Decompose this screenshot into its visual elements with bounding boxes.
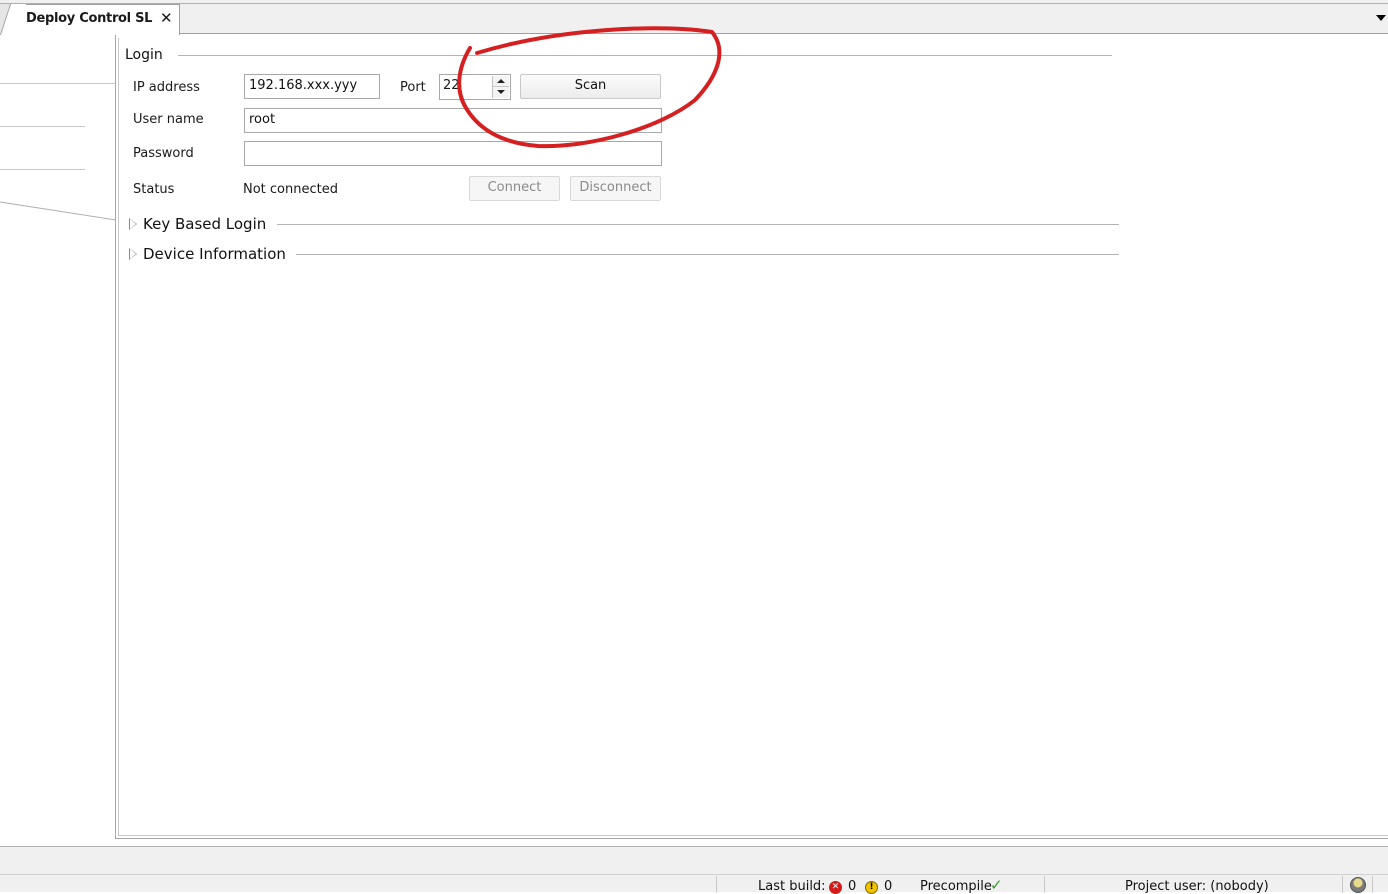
connect-button[interactable]: Connect: [469, 176, 560, 201]
password-label: Password: [133, 146, 194, 161]
tab-title: Deploy Control SL: [26, 11, 153, 26]
tab-strip: Deploy Control SL ✕: [0, 0, 1388, 35]
port-spin-buttons: [492, 76, 509, 98]
left-diagonal-divider: [0, 201, 117, 221]
port-stepper[interactable]: 22: [439, 74, 511, 100]
port-value: 22: [443, 78, 460, 93]
ip-address-field[interactable]: 192.168.xxx.yyy: [244, 74, 380, 99]
tab-deploy-control-sl[interactable]: Deploy Control SL ✕: [0, 4, 180, 35]
key-based-login-expander[interactable]: Key Based Login: [143, 215, 266, 233]
tab-strip-border: [0, 3, 1388, 4]
left-navigation-strip: [0, 35, 117, 846]
connection-status-value: Not connected: [243, 182, 338, 197]
scan-button[interactable]: Scan: [520, 74, 661, 99]
disconnect-button[interactable]: Disconnect: [570, 176, 661, 201]
status-bar: Last build: ✕ 0 ! 0 Precompile ✓ Project…: [0, 874, 1388, 894]
key-login-group-line: [277, 224, 1119, 225]
bottom-toolbar: [0, 846, 1388, 874]
user-icon[interactable]: [1350, 877, 1366, 893]
left-divider: [0, 83, 116, 84]
user-name-value: root: [249, 112, 276, 127]
port-label: Port: [400, 80, 426, 95]
status-label: Status: [133, 182, 175, 197]
dropdown-arrow-icon[interactable]: [1376, 15, 1386, 21]
expand-arrow-fill: [130, 219, 136, 229]
device-information-expander[interactable]: Device Information: [143, 245, 286, 263]
ip-address-label: IP address: [133, 80, 200, 95]
spin-up-icon[interactable]: [493, 76, 509, 87]
close-icon[interactable]: ✕: [160, 9, 173, 27]
status-separator: [1372, 876, 1373, 893]
ip-address-value: 192.168.xxx.yyy: [249, 78, 358, 93]
password-field[interactable]: [244, 141, 662, 166]
warning-icon: !: [865, 881, 878, 894]
spin-down-icon[interactable]: [493, 87, 509, 98]
error-icon: ✕: [829, 881, 842, 894]
left-divider: [0, 126, 85, 127]
user-name-label: User name: [133, 112, 204, 127]
login-group-title: Login: [125, 47, 163, 63]
user-name-field[interactable]: root: [244, 108, 662, 133]
device-info-group-line: [296, 254, 1119, 255]
check-icon: ✓: [990, 876, 1003, 894]
status-separator: [1342, 876, 1343, 893]
login-group-line: [178, 55, 1112, 56]
status-separator: [1044, 876, 1045, 893]
expand-arrow-fill: [130, 249, 136, 259]
left-divider: [0, 169, 85, 170]
status-separator: [716, 876, 717, 893]
